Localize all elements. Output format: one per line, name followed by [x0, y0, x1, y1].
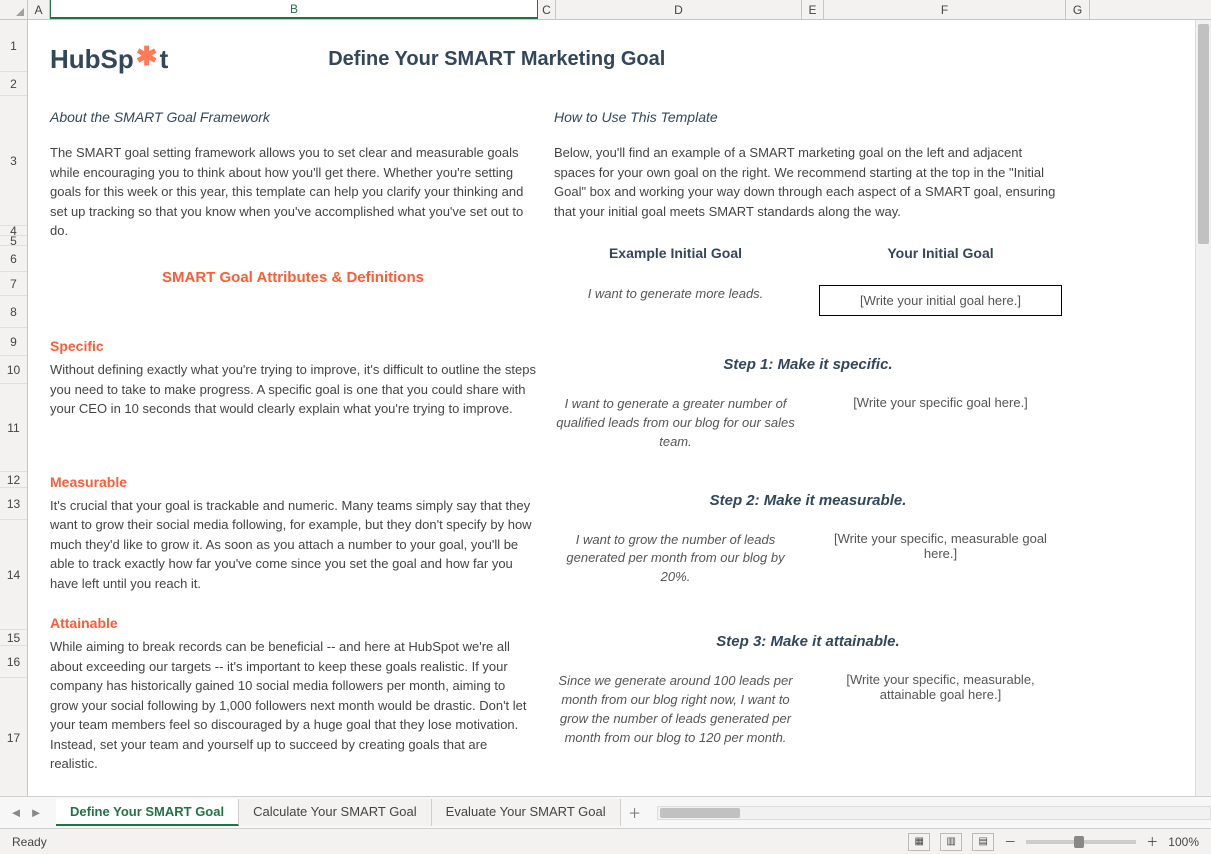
about-heading: About the SMART Goal Framework: [50, 109, 536, 125]
tab-nav-next[interactable]: ►: [26, 803, 46, 823]
attribute-heading: Specific: [50, 338, 536, 354]
step-heading: Step 1: Make it specific.: [554, 356, 1062, 373]
col-header-G[interactable]: G: [1066, 0, 1090, 19]
row-header-17[interactable]: 17: [0, 678, 27, 798]
row-header-11[interactable]: 11: [0, 384, 27, 472]
col-header-C[interactable]: C: [538, 0, 556, 19]
row-header-15[interactable]: 15: [0, 630, 27, 646]
logo-text-tail: t: [160, 44, 169, 75]
attribute-description: Without defining exactly what you're try…: [50, 360, 536, 419]
row-header-8[interactable]: 8: [0, 296, 27, 328]
status-text: Ready: [12, 835, 47, 849]
attribute-description: While aiming to break records can be ben…: [50, 637, 536, 774]
step-your-input[interactable]: [Write your specific, measurable, attain…: [819, 672, 1062, 747]
page-title: Define Your SMART Marketing Goal: [328, 48, 665, 71]
logo-text: HubSp: [50, 44, 134, 75]
row-header-10[interactable]: 10: [0, 356, 27, 384]
attributes-title: SMART Goal Attributes & Definitions: [50, 269, 536, 286]
attribute-heading: Attainable: [50, 615, 536, 631]
step-your-input[interactable]: [Write your specific, measurable goal he…: [819, 531, 1062, 588]
your-initial-goal-input[interactable]: [Write your initial goal here.]: [819, 285, 1062, 316]
page-break-view-button[interactable]: ▤: [972, 833, 994, 851]
about-text: The SMART goal setting framework allows …: [50, 143, 536, 241]
col-header-B[interactable]: B: [50, 0, 538, 19]
sheet-tab[interactable]: Define Your SMART Goal: [56, 799, 239, 826]
example-initial-goal: I want to generate more leads.: [554, 285, 797, 303]
zoom-slider[interactable]: [1026, 840, 1136, 844]
row-header-16[interactable]: 16: [0, 646, 27, 678]
normal-view-button[interactable]: ▦: [908, 833, 930, 851]
howto-heading: How to Use This Template: [554, 109, 1062, 125]
attribute-heading: Measurable: [50, 474, 536, 490]
zoom-slider-knob[interactable]: [1074, 836, 1084, 848]
sheet-tab[interactable]: Evaluate Your SMART Goal: [432, 799, 621, 826]
col-header-E[interactable]: E: [802, 0, 824, 19]
col-header-D[interactable]: D: [556, 0, 802, 19]
step-example: Since we generate around 100 leads per m…: [554, 672, 797, 747]
row-header-2[interactable]: 2: [0, 72, 27, 96]
col-header-F[interactable]: F: [824, 0, 1066, 19]
hubspot-logo: HubSp✱t: [50, 44, 168, 75]
howto-text: Below, you'll find an example of a SMART…: [554, 143, 1062, 221]
row-header-7[interactable]: 7: [0, 272, 27, 296]
row-header-14[interactable]: 14: [0, 520, 27, 630]
row-headers: 12345678910111213141516171819: [0, 20, 28, 796]
vertical-scrollbar[interactable]: [1195, 20, 1211, 796]
worksheet-area[interactable]: HubSp✱t Define Your SMART Marketing Goal…: [28, 20, 1211, 796]
tab-nav-prev[interactable]: ◄: [6, 803, 26, 823]
step-heading: Step 3: Make it attainable.: [554, 633, 1062, 650]
column-headers: A B C D E F G: [0, 0, 1211, 20]
row-header-13[interactable]: 13: [0, 488, 27, 520]
your-goal-heading: Your Initial Goal: [819, 245, 1062, 261]
step-your-input[interactable]: [Write your specific goal here.]: [819, 395, 1062, 452]
row-header-3[interactable]: 3: [0, 96, 27, 226]
select-all-corner[interactable]: [0, 0, 28, 19]
zoom-out-button[interactable]: －: [1004, 833, 1016, 850]
page-layout-view-button[interactable]: ▥: [940, 833, 962, 851]
zoom-level[interactable]: 100%: [1168, 835, 1199, 849]
step-example: I want to grow the number of leads gener…: [554, 531, 797, 588]
example-goal-heading: Example Initial Goal: [554, 245, 797, 261]
attribute-description: It's crucial that your goal is trackable…: [50, 496, 536, 594]
status-bar: Ready ▦ ▥ ▤ － ＋ 100%: [0, 828, 1211, 854]
row-header-12[interactable]: 12: [0, 472, 27, 488]
row-header-6[interactable]: 6: [0, 246, 27, 272]
vscroll-thumb[interactable]: [1198, 24, 1209, 244]
sheet-tab[interactable]: Calculate Your SMART Goal: [239, 799, 432, 826]
row-header-9[interactable]: 9: [0, 328, 27, 356]
row-header-1[interactable]: 1: [0, 20, 27, 72]
sprocket-icon: ✱: [136, 41, 158, 72]
row-header-5[interactable]: 5: [0, 236, 27, 246]
sheet-tabs-bar: ◄ ► Define Your SMART GoalCalculate Your…: [0, 796, 1211, 828]
horizontal-scrollbar[interactable]: [657, 806, 1211, 820]
step-heading: Step 2: Make it measurable.: [554, 492, 1062, 509]
col-header-A[interactable]: A: [28, 0, 50, 19]
step-example: I want to generate a greater number of q…: [554, 395, 797, 452]
hscroll-thumb[interactable]: [660, 808, 740, 818]
add-sheet-button[interactable]: ＋: [621, 803, 649, 822]
zoom-in-button[interactable]: ＋: [1146, 833, 1158, 850]
